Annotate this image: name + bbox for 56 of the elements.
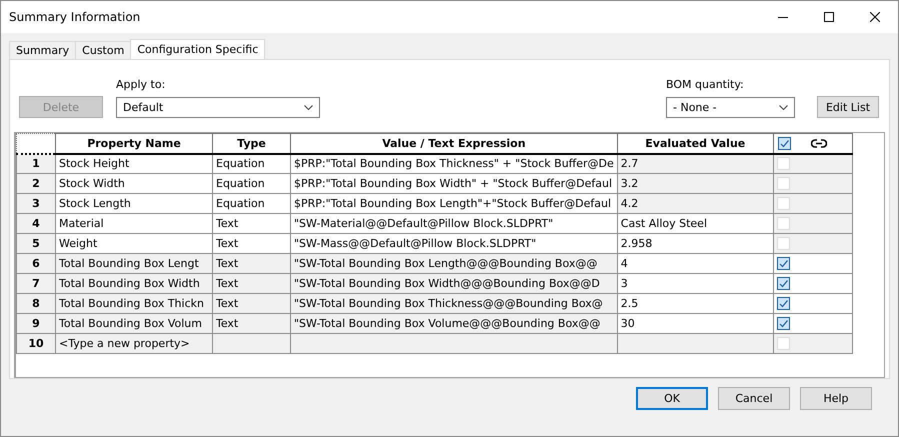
column-header: Type bbox=[212, 134, 290, 154]
chevron-down-icon bbox=[304, 105, 313, 110]
evaluated-value-cell: 3 bbox=[617, 274, 774, 294]
evaluated-value-cell: 4 bbox=[617, 254, 774, 274]
tab[interactable]: Configuration Specific bbox=[130, 39, 266, 59]
row-number: 4 bbox=[16, 214, 56, 234]
type-cell[interactable]: Text bbox=[212, 294, 290, 314]
minimize-icon[interactable] bbox=[778, 16, 788, 18]
edit-list-button[interactable]: Edit List bbox=[817, 96, 879, 118]
close-icon[interactable] bbox=[870, 12, 880, 22]
value-cell[interactable]: "SW-Total Bounding Box Width@@@Bounding Box@@D bbox=[290, 274, 618, 294]
property-name-cell[interactable]: Total Bounding Box Lengt bbox=[56, 254, 212, 274]
checkbox[interactable] bbox=[776, 257, 790, 270]
chevron-down-icon bbox=[779, 105, 788, 110]
row-number: 7 bbox=[16, 274, 56, 294]
apply-to-dropdown[interactable]: Default bbox=[116, 97, 320, 118]
row-number: 3 bbox=[16, 194, 56, 214]
value-cell[interactable]: "SW-Total Bounding Box Length@@@Bounding Box@@ bbox=[290, 254, 618, 274]
checkbox[interactable] bbox=[776, 297, 790, 310]
link-icon bbox=[810, 138, 827, 148]
evaluated-value-cell: Cast Alloy Steel bbox=[617, 214, 774, 234]
type-cell[interactable]: Text bbox=[212, 314, 290, 334]
property-name-cell[interactable]: Total Bounding Box Thickn bbox=[56, 294, 212, 314]
evaluated-value-cell: 2.958 bbox=[617, 234, 774, 254]
maximize-icon[interactable] bbox=[824, 12, 834, 22]
property-name-cell[interactable]: Total Bounding Box Width bbox=[56, 274, 212, 294]
field-label: Apply to: bbox=[116, 78, 166, 91]
header-checkbox[interactable] bbox=[778, 136, 791, 150]
row-number: 10 bbox=[16, 334, 56, 354]
field-label: BOM quantity: bbox=[666, 78, 745, 91]
value-cell[interactable]: "SW-Total Bounding Box Thickness@@@Bounding Box@ bbox=[290, 294, 618, 314]
column-header: Property Name bbox=[56, 134, 212, 154]
type-cell[interactable]: Text bbox=[212, 254, 290, 274]
row-number: 1 bbox=[16, 154, 56, 174]
window-title: Summary Information bbox=[9, 10, 142, 24]
row-number: 2 bbox=[16, 174, 56, 194]
column-header: Value / Text Expression bbox=[290, 134, 618, 154]
tab[interactable]: Summary bbox=[9, 41, 76, 59]
evaluated-value-cell: 3.2 bbox=[617, 174, 774, 194]
row-number: 6 bbox=[16, 254, 56, 274]
evaluated-value-cell: 4.2 bbox=[617, 194, 774, 214]
dialog-button[interactable]: Help bbox=[800, 387, 872, 410]
bom-quantity-dropdown[interactable]: - None - bbox=[666, 97, 795, 118]
evaluated-value-cell: 30 bbox=[617, 314, 774, 334]
dialog-button[interactable]: Cancel bbox=[718, 387, 790, 410]
property-name-cell[interactable]: Total Bounding Box Volum bbox=[56, 314, 212, 334]
row-number: 5 bbox=[16, 234, 56, 254]
checkbox[interactable] bbox=[776, 317, 790, 330]
column-header: Evaluated Value bbox=[617, 134, 774, 154]
dialog-button[interactable]: OK bbox=[636, 387, 708, 410]
row-number: 8 bbox=[16, 294, 56, 314]
checkbox[interactable] bbox=[776, 277, 790, 290]
evaluated-value-cell: 2.5 bbox=[617, 294, 774, 314]
type-cell[interactable]: Text bbox=[212, 274, 290, 294]
value-cell[interactable]: "SW-Total Bounding Box Volume@@@Bounding Box@@ bbox=[290, 314, 618, 334]
row-number: 9 bbox=[16, 314, 56, 334]
